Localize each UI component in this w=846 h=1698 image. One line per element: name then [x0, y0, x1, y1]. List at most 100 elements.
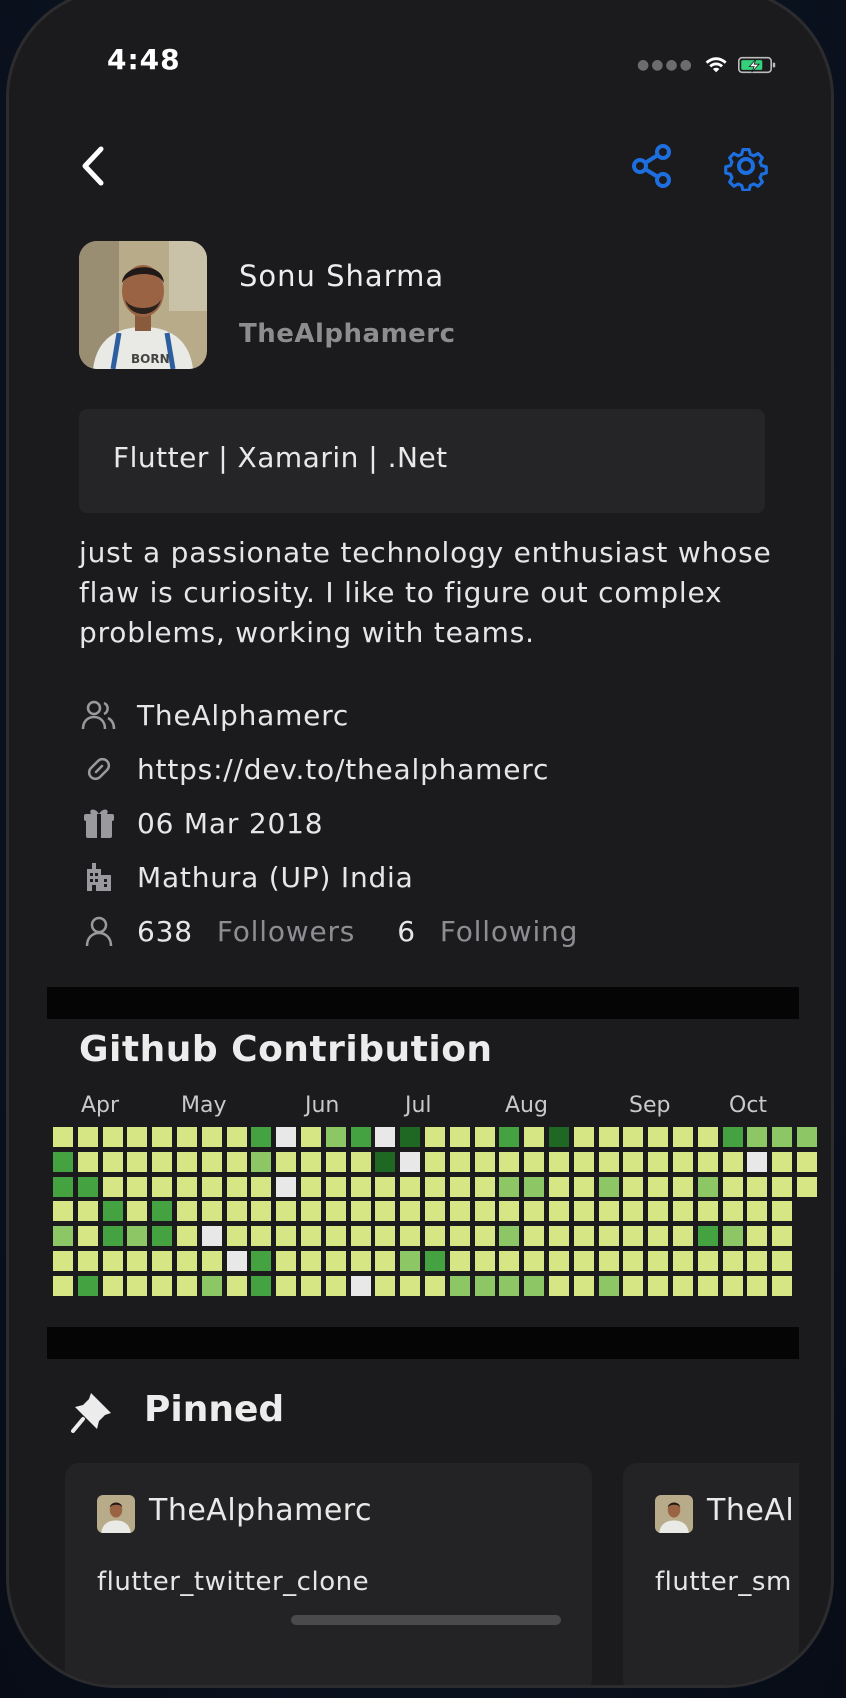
- contribution-cell: [474, 1251, 495, 1271]
- contribution-cell: [301, 1226, 321, 1247]
- contribution-cell: [425, 1251, 445, 1271]
- contribution-cell: [772, 1275, 793, 1296]
- blog-link[interactable]: https://dev.to/thealphamerc: [137, 753, 549, 786]
- contribution-cell: [524, 1176, 545, 1197]
- contribution-cell: [127, 1127, 148, 1147]
- contribution-cell: [598, 1226, 619, 1247]
- contribution-cell: [53, 1201, 73, 1222]
- contribution-cell: [201, 1275, 222, 1296]
- card-owner: TheAl: [707, 1493, 795, 1528]
- contribution-cell: [127, 1251, 148, 1271]
- contribution-cell: [673, 1251, 693, 1271]
- contribution-cell: [524, 1275, 545, 1296]
- contribution-cell: [400, 1176, 421, 1197]
- joined-row: 06 Mar 2018: [79, 803, 323, 843]
- contribution-cell: [325, 1275, 346, 1296]
- contribution-cell: [400, 1275, 421, 1296]
- contribution-cell: [177, 1151, 197, 1172]
- gear-icon: [724, 148, 768, 192]
- month-label: Apr: [81, 1093, 120, 1118]
- back-button[interactable]: [75, 141, 115, 191]
- contribution-cell: [449, 1226, 470, 1247]
- share-button[interactable]: [629, 141, 677, 191]
- month-label: Jun: [305, 1093, 340, 1118]
- contribution-cell: [201, 1127, 222, 1147]
- card-repo[interactable]: flutter_twitter_clone: [97, 1567, 369, 1597]
- contribution-cell: [573, 1176, 594, 1197]
- contribution-cell: [350, 1275, 371, 1296]
- month-label: Aug: [505, 1093, 548, 1118]
- contribution-cell: [549, 1251, 569, 1271]
- contribution-cell: [77, 1275, 98, 1296]
- joined-date: 06 Mar 2018: [137, 806, 324, 840]
- contribution-cell: [201, 1251, 222, 1271]
- contribution-cell: [425, 1176, 445, 1197]
- pinned-card[interactable]: TheAl flutter_sm: [623, 1463, 799, 1685]
- contribution-cell: [673, 1151, 693, 1172]
- company-row: TheAlphamerc: [79, 695, 349, 735]
- contribution-cell: [474, 1127, 495, 1147]
- contribution-cell: [697, 1201, 718, 1222]
- contribution-cell: [673, 1226, 693, 1247]
- contribution-cell: [102, 1151, 123, 1172]
- contribution-cell: [127, 1151, 148, 1172]
- contribution-cell: [375, 1151, 396, 1172]
- contribution-cell: [549, 1201, 569, 1222]
- contribution-cell: [226, 1275, 247, 1296]
- status-time: 4:48: [107, 43, 181, 76]
- settings-button[interactable]: [721, 141, 771, 192]
- avatar: [655, 1495, 693, 1533]
- month-label: Sep: [629, 1093, 671, 1118]
- contribution-cell: [127, 1226, 148, 1247]
- card-repo[interactable]: flutter_sm: [655, 1567, 792, 1597]
- pinned-card[interactable]: TheAlphamerc flutter_twitter_clone: [65, 1463, 592, 1685]
- blog-row[interactable]: https://dev.to/thealphamerc: [79, 749, 549, 789]
- followers-count[interactable]: 638: [137, 915, 193, 948]
- contribution-cell: [449, 1275, 470, 1296]
- contribution-cell: [772, 1176, 793, 1197]
- contribution-cell: [375, 1275, 396, 1296]
- contribution-cell: [648, 1176, 669, 1197]
- contribution-cell: [325, 1151, 346, 1172]
- link-icon: [79, 749, 119, 789]
- contribution-cell: [474, 1275, 495, 1296]
- contribution-cell: [177, 1176, 197, 1197]
- contribution-cell: [400, 1201, 421, 1222]
- contribution-cell: [499, 1226, 520, 1247]
- contribution-cell: [251, 1176, 272, 1197]
- contribution-cell: [201, 1201, 222, 1222]
- contribution-cell: [400, 1127, 421, 1147]
- contribution-cell: [549, 1127, 569, 1147]
- contribution-cell: [325, 1127, 346, 1147]
- contribution-cell: [449, 1151, 470, 1172]
- contribution-cell: [102, 1201, 123, 1222]
- contribution-cell: [251, 1127, 272, 1147]
- home-indicator[interactable]: [291, 1615, 561, 1625]
- phone-frame: 4:48 ●●●● BORN Sonu Sharma TheAlphamerc …: [6, 0, 834, 1688]
- contribution-cell: [449, 1251, 470, 1271]
- contribution-cell: [697, 1127, 718, 1147]
- contribution-cell: [226, 1251, 247, 1271]
- contribution-cell: [400, 1251, 421, 1271]
- contribution-cell: [474, 1201, 495, 1222]
- contribution-cell: [524, 1251, 545, 1271]
- contribution-cell: [648, 1275, 669, 1296]
- contribution-cell: [623, 1251, 644, 1271]
- following-label[interactable]: Following: [440, 915, 578, 948]
- contribution-cell: [201, 1151, 222, 1172]
- location-row: Mathura (UP) India: [79, 857, 414, 897]
- contribution-cell: [425, 1151, 445, 1172]
- contribution-cell: [301, 1251, 321, 1271]
- contribution-cell: [177, 1251, 197, 1271]
- contribution-cell: [722, 1275, 743, 1296]
- contribution-cell: [623, 1201, 644, 1222]
- contribution-cell: [797, 1176, 817, 1197]
- contribution-cell: [722, 1251, 743, 1271]
- followers-label[interactable]: Followers: [217, 915, 355, 948]
- avatar[interactable]: BORN: [79, 241, 207, 369]
- contribution-cell: [499, 1251, 520, 1271]
- contribution-cell: [449, 1176, 470, 1197]
- following-count[interactable]: 6: [397, 915, 416, 948]
- contribution-cell: [648, 1127, 669, 1147]
- contribution-cell: [747, 1127, 768, 1147]
